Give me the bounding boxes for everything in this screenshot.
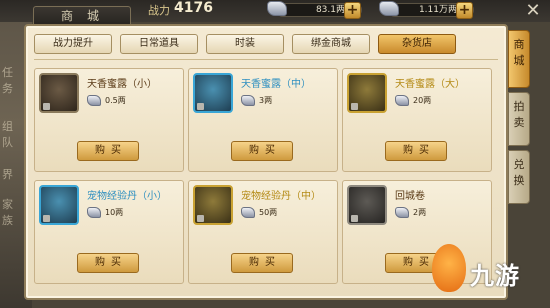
watermark-logo-icon bbox=[432, 244, 466, 292]
silver-ingot-icon bbox=[241, 95, 255, 106]
buy-button[interactable]: 购买 bbox=[231, 141, 293, 161]
return-scroll-icon bbox=[347, 185, 387, 225]
watermark-text: 九游 bbox=[470, 262, 520, 290]
red-potion-large-icon bbox=[347, 73, 387, 113]
price-value: 50两 bbox=[259, 208, 278, 217]
side-tab-exchange[interactable]: 兑换 bbox=[508, 150, 530, 204]
list-item: 天香蜜露（中） 3两 购买 bbox=[188, 68, 338, 172]
gold-balance-value: 1.11万两 bbox=[418, 5, 457, 15]
silver-ingot-icon bbox=[87, 95, 101, 106]
item-name: 宠物经验丹（小） bbox=[87, 191, 167, 202]
tab-fashion[interactable]: 时装 bbox=[206, 34, 284, 54]
silver-ingot-icon bbox=[379, 1, 399, 16]
backdrop-char: 队 bbox=[2, 136, 13, 149]
side-tab-auction[interactable]: 拍卖 bbox=[508, 92, 530, 146]
category-tabs: 战力提升 日常道具 时装 绑金商城 杂货店 bbox=[34, 34, 500, 56]
backdrop-char: 务 bbox=[2, 82, 13, 95]
buy-button[interactable]: 购买 bbox=[77, 253, 139, 273]
divider bbox=[34, 59, 498, 60]
price-value: 2两 bbox=[413, 208, 427, 217]
list-item: 天香蜜露（小） 0.5两 购买 bbox=[34, 68, 184, 172]
list-item: 宠物经验丹（中） 50两 购买 bbox=[188, 180, 338, 284]
price-value: 20两 bbox=[413, 96, 432, 105]
silver-ingot-icon bbox=[241, 207, 255, 218]
silver-balance-value: 83.1两 bbox=[315, 5, 345, 15]
power-value: 4176 bbox=[174, 0, 213, 16]
backdrop-char: 组 bbox=[2, 120, 13, 133]
backdrop-char: 族 bbox=[2, 214, 13, 227]
close-icon[interactable]: ✕ bbox=[522, 1, 544, 21]
buy-button[interactable]: 购买 bbox=[385, 141, 447, 161]
buy-button[interactable]: 购买 bbox=[77, 141, 139, 161]
pet-exp-pill-small-icon bbox=[39, 185, 79, 225]
power-label: 战力 bbox=[148, 4, 170, 17]
silver-ingot-icon bbox=[395, 207, 409, 218]
tab-power-up[interactable]: 战力提升 bbox=[34, 34, 112, 54]
buy-button[interactable]: 购买 bbox=[231, 253, 293, 273]
side-tab-shop[interactable]: 商城 bbox=[508, 30, 530, 88]
lock-icon bbox=[43, 215, 50, 222]
backdrop-char: 家 bbox=[2, 198, 13, 211]
lock-icon bbox=[351, 215, 358, 222]
price-value: 3两 bbox=[259, 96, 273, 105]
list-item: 天香蜜露（大） 20两 购买 bbox=[342, 68, 492, 172]
pet-exp-pill-medium-icon bbox=[193, 185, 233, 225]
price-value: 0.5两 bbox=[105, 96, 126, 105]
red-potion-medium-icon bbox=[193, 73, 233, 113]
add-silver-button[interactable]: + bbox=[344, 2, 361, 19]
red-potion-small-icon bbox=[39, 73, 79, 113]
tab-bound-gold-shop[interactable]: 绑金商城 bbox=[292, 34, 370, 54]
shop-title: 商城 bbox=[33, 6, 131, 26]
item-name: 天香蜜露（中） bbox=[241, 79, 311, 90]
silver-ingot-icon bbox=[267, 1, 287, 16]
item-name: 天香蜜露（小） bbox=[87, 79, 157, 90]
lock-icon bbox=[197, 103, 204, 110]
list-item: 宠物经验丹（小） 10两 购买 bbox=[34, 180, 184, 284]
backdrop-char: 界 bbox=[2, 168, 13, 181]
lock-icon bbox=[351, 103, 358, 110]
item-name: 天香蜜露（大） bbox=[395, 79, 465, 90]
tab-general-store[interactable]: 杂货店 bbox=[378, 34, 456, 54]
item-name: 宠物经验丹（中） bbox=[241, 191, 321, 202]
lock-icon bbox=[197, 215, 204, 222]
silver-ingot-icon bbox=[395, 95, 409, 106]
add-currency-button[interactable]: + bbox=[456, 2, 473, 19]
silver-ingot-icon bbox=[87, 207, 101, 218]
lock-icon bbox=[43, 103, 50, 110]
tab-daily-items[interactable]: 日常道具 bbox=[120, 34, 198, 54]
backdrop-char: 任 bbox=[2, 66, 13, 79]
price-value: 10两 bbox=[105, 208, 124, 217]
item-name: 回城卷 bbox=[395, 191, 425, 202]
